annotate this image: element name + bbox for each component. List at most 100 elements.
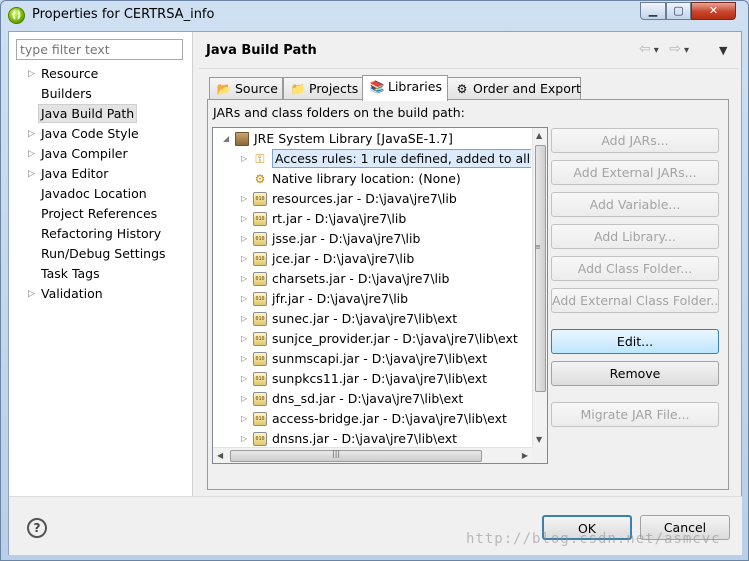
- tree-row[interactable]: ▷ 010 sunjce_provider.jar - D:\java\jre7\l…: [213, 329, 531, 349]
- expand-arrow-icon[interactable]: ▷: [241, 409, 247, 429]
- expand-arrow-icon[interactable]: ▷: [241, 269, 247, 289]
- properties-window: () Properties for CERTRSA_info ▁ ▢ ✕ ▷ Re…: [0, 0, 749, 561]
- tab-order-export[interactable]: ⚙ Order and Export: [447, 77, 581, 100]
- nav-item[interactable]: Task Tags: [9, 264, 193, 284]
- collapse-arrow-icon[interactable]: ◢: [223, 129, 229, 149]
- expand-arrow-icon[interactable]: ▷: [241, 389, 247, 409]
- expand-arrow-icon[interactable]: ▷: [241, 209, 247, 229]
- nav-item[interactable]: Javadoc Location: [9, 184, 193, 204]
- add-external-class-folder-button[interactable]: Add External Class Folder...: [551, 288, 719, 313]
- tree-row[interactable]: ▷ 010 dnsns.jar - D:\java\jre7\lib\ext: [213, 429, 531, 449]
- tree-row[interactable]: ▷ 010 dns_sd.jar - D:\java\jre7\lib\ext: [213, 389, 531, 409]
- scroll-right-icon[interactable]: ▶: [522, 451, 528, 460]
- scroll-down-icon[interactable]: ▼: [536, 435, 542, 444]
- nav-item[interactable]: ▷ Java Editor: [9, 164, 193, 184]
- expand-arrow-icon[interactable]: ▷: [241, 289, 247, 309]
- tree-row[interactable]: ▷ ⚿ Access rules: 1 rule defined, added to…: [213, 149, 531, 169]
- tree-row-label: resources.jar - D:\java\jre7\lib: [272, 191, 457, 206]
- nav-item[interactable]: Run/Debug Settings: [9, 244, 193, 264]
- nav-item[interactable]: ▷ Java Code Style: [9, 124, 193, 144]
- tree-row[interactable]: ▷ 010 charsets.jar - D:\java\jre7\lib: [213, 269, 531, 289]
- expand-arrow-icon[interactable]: ▷: [241, 309, 247, 329]
- expand-arrow-icon[interactable]: ▷: [241, 149, 247, 169]
- tree-row[interactable]: ▷ 010 sunmscapi.jar - D:\java\jre7\lib\ext: [213, 349, 531, 369]
- tree-row[interactable]: ▷ 010 rt.jar - D:\java\jre7\lib: [213, 209, 531, 229]
- forward-arrow-icon[interactable]: ⇨: [669, 41, 684, 57]
- expand-arrow-icon[interactable]: ▷: [241, 429, 247, 449]
- view-menu-icon[interactable]: ▼: [719, 44, 727, 57]
- add-variable-button[interactable]: Add Variable...: [551, 192, 719, 217]
- tree-row[interactable]: ◢ JRE System Library [JavaSE-1.7]: [213, 129, 531, 149]
- nav-item[interactable]: Java Build Path: [9, 104, 193, 124]
- tree-row[interactable]: ▷ 010 resources.jar - D:\java\jre7\lib: [213, 189, 531, 209]
- tree-rows: ◢ JRE System Library [JavaSE-1.7] ▷ ⚿ Access…: [213, 129, 531, 463]
- page-history-nav[interactable]: ⇦▾ ⇨▾: [639, 41, 692, 57]
- tab-source[interactable]: 📂 Source: [209, 77, 283, 100]
- expand-arrow-icon[interactable]: ▷: [28, 64, 35, 84]
- add-external-jars-button[interactable]: Add External JARs...: [551, 160, 719, 185]
- vertical-scroll-thumb[interactable]: [535, 145, 546, 392]
- tree-row[interactable]: ▷ 010 access-bridge.jar - D:\java\jre7\lib…: [213, 409, 531, 429]
- libraries-icon: 📚: [369, 80, 385, 94]
- library-icon: [235, 132, 249, 146]
- nav-item[interactable]: Refactoring History: [9, 224, 193, 244]
- tree-row-label: access-bridge.jar - D:\java\jre7\lib\ext: [272, 411, 507, 426]
- nav-item-label: Javadoc Location: [41, 186, 147, 201]
- scroll-grip-icon: ≡: [535, 243, 541, 251]
- nav-item-label: Resource: [41, 66, 99, 81]
- tab-projects[interactable]: 📁 Projects: [283, 77, 363, 100]
- tree-row-label: JRE System Library [JavaSE-1.7]: [254, 131, 453, 146]
- expand-arrow-icon[interactable]: ▷: [241, 229, 247, 249]
- remove-button[interactable]: Remove: [551, 361, 719, 386]
- tree-row[interactable]: ▷ 010 jce.jar - D:\java\jre7\lib: [213, 249, 531, 269]
- nav-item[interactable]: ▷ Java Compiler: [9, 144, 193, 164]
- horizontal-scroll-thumb[interactable]: [230, 450, 482, 462]
- migrate-jar-button[interactable]: Migrate JAR File...: [551, 402, 719, 427]
- add-library-button[interactable]: Add Library...: [551, 224, 719, 249]
- edit-button[interactable]: Edit...: [551, 329, 719, 354]
- expand-arrow-icon[interactable]: ▷: [28, 124, 35, 144]
- tree-row[interactable]: ⚙ Native library location: (None): [213, 169, 531, 189]
- tree-row[interactable]: ▷ 010 sunec.jar - D:\java\jre7\lib\ext: [213, 309, 531, 329]
- nav-item[interactable]: ▷ Validation: [9, 284, 193, 304]
- nav-item[interactable]: ▷ Resource: [9, 64, 193, 84]
- jar-icon: 010: [253, 292, 267, 306]
- expand-arrow-icon[interactable]: ▷: [28, 144, 35, 164]
- add-jars-button[interactable]: Add JARs...: [551, 128, 719, 153]
- back-arrow-icon[interactable]: ⇦: [639, 41, 654, 57]
- close-button[interactable]: ✕: [691, 2, 736, 20]
- scroll-grip-icon: |||: [332, 449, 341, 458]
- build-path-tree[interactable]: ◢ JRE System Library [JavaSE-1.7] ▷ ⚿ Access…: [212, 127, 548, 464]
- maximize-button[interactable]: ▢: [666, 2, 691, 20]
- expand-arrow-icon[interactable]: ▷: [241, 249, 247, 269]
- filter-input[interactable]: [16, 39, 183, 60]
- access-rules-icon: ⚿: [255, 152, 265, 166]
- back-dropdown-icon[interactable]: ▾: [654, 45, 662, 56]
- expand-arrow-icon[interactable]: ▷: [241, 189, 247, 209]
- expand-arrow-icon[interactable]: ▷: [241, 329, 247, 349]
- scroll-left-icon[interactable]: ◀: [217, 451, 223, 460]
- help-icon[interactable]: ?: [27, 518, 47, 538]
- tree-row-label: dns_sd.jar - D:\java\jre7\lib\ext: [272, 391, 464, 406]
- tab-label: Source: [235, 81, 278, 96]
- expand-arrow-icon[interactable]: ▷: [28, 284, 35, 304]
- tree-row[interactable]: ▷ 010 jsse.jar - D:\java\jre7\lib: [213, 229, 531, 249]
- expand-arrow-icon[interactable]: ▷: [28, 164, 35, 184]
- nav-item-label: Builders: [41, 86, 92, 101]
- tree-row[interactable]: ▷ 010 sunpkcs11.jar - D:\java\jre7\lib\ext: [213, 369, 531, 389]
- nav-item[interactable]: Project References: [9, 204, 193, 224]
- forward-dropdown-icon[interactable]: ▾: [684, 45, 692, 56]
- tab-libraries[interactable]: 📚 Libraries: [362, 75, 448, 101]
- tree-row[interactable]: ▷ 010 jfr.jar - D:\java\jre7\lib: [213, 289, 531, 309]
- nav-item-label: Java Code Style: [41, 126, 139, 141]
- scroll-up-icon[interactable]: ▲: [536, 131, 542, 140]
- vertical-scrollbar[interactable]: ▲ ≡ ▼: [532, 128, 547, 447]
- expand-arrow-icon[interactable]: ▷: [241, 369, 247, 389]
- title-bar[interactable]: () Properties for CERTRSA_info ▁ ▢ ✕: [1, 1, 748, 31]
- horizontal-scrollbar[interactable]: ◀ ||| ▶: [213, 447, 532, 463]
- expand-arrow-icon[interactable]: ▷: [241, 349, 247, 369]
- add-class-folder-button[interactable]: Add Class Folder...: [551, 256, 719, 281]
- nav-item[interactable]: Builders: [9, 84, 193, 104]
- scroll-corner: [532, 447, 547, 463]
- minimize-button[interactable]: ▁: [640, 2, 666, 20]
